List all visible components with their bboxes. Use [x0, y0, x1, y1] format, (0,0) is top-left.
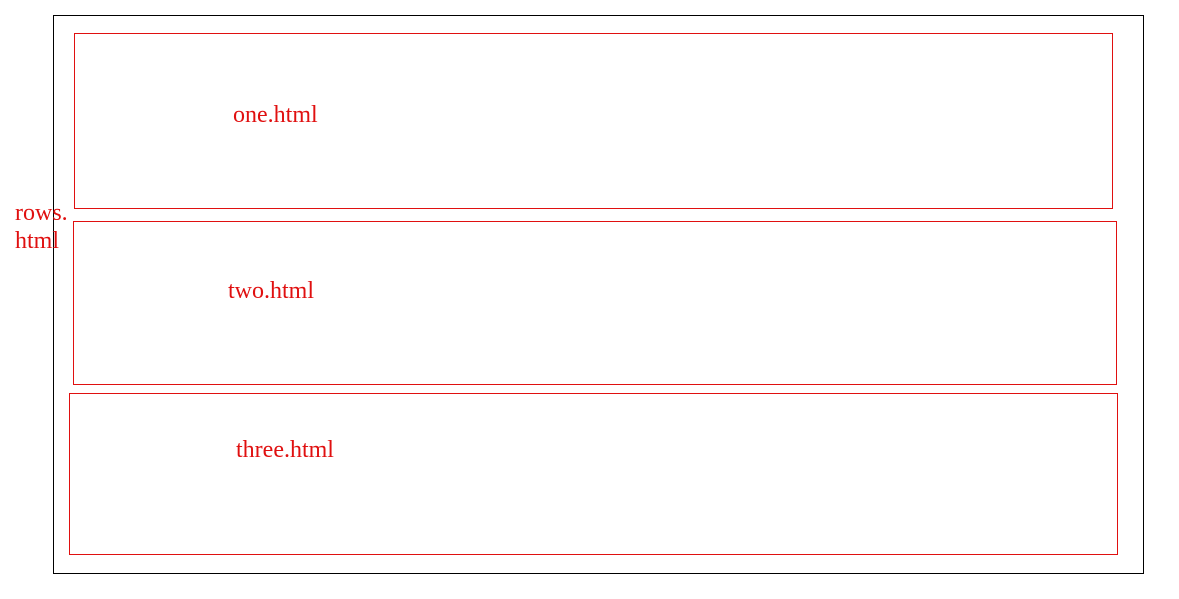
frame-row-3 [69, 393, 1118, 555]
frame-row-3-label: three.html [236, 437, 334, 463]
frame-row-1 [74, 33, 1113, 209]
frame-row-2-label: two.html [228, 278, 315, 304]
frame-row-1-label: one.html [233, 102, 318, 128]
